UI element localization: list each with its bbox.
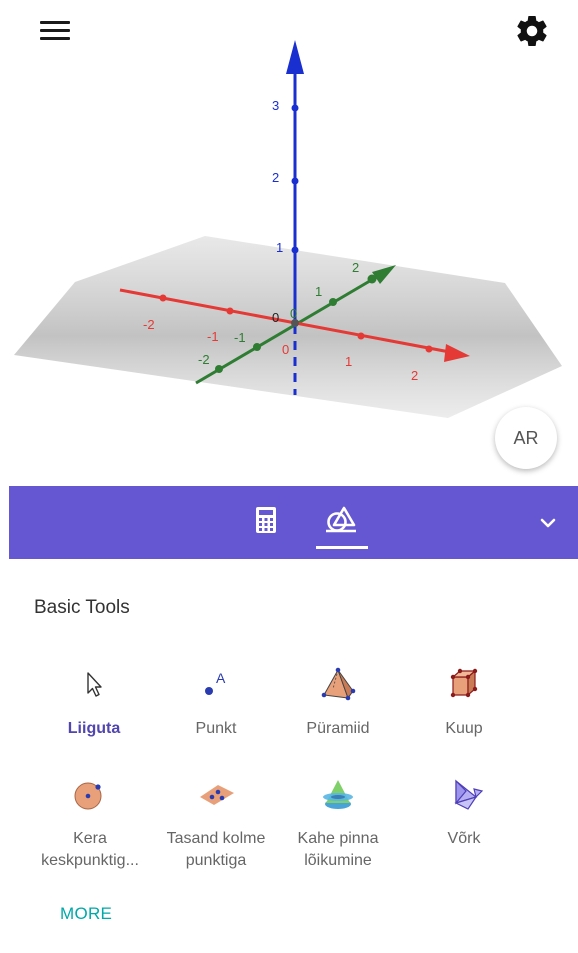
cube-icon	[450, 668, 478, 698]
calculator-icon	[256, 507, 276, 533]
ar-button[interactable]: AR	[495, 407, 557, 469]
graphics-3d-view[interactable]: 1 2 3 -2 -1 0 1 2 -2 -1 0 1 2 0	[0, 0, 578, 485]
view-toolbar	[9, 486, 578, 559]
x-tick-label: 2	[411, 368, 418, 383]
tools-section-title: Basic Tools	[34, 597, 130, 618]
z-tick-point	[291, 104, 299, 112]
x-tick-point	[159, 294, 167, 302]
tool-cube[interactable]: Kuup	[394, 667, 534, 740]
x-tick-point	[357, 332, 365, 340]
z-tick-label: 2	[272, 170, 279, 185]
tool-point[interactable]: A Punkt	[146, 667, 286, 740]
tool-net[interactable]: Võrk	[394, 777, 534, 850]
net-icon	[454, 779, 484, 810]
tool-label: Kahe pinna lõikumine	[297, 830, 379, 869]
origin-label: 0	[272, 310, 279, 325]
y-tick-label: 2	[352, 260, 359, 275]
tool-label: Liiguta	[67, 720, 121, 737]
move-cursor-icon	[87, 672, 102, 697]
tab-algebra[interactable]	[246, 498, 286, 542]
y-tick-label: -1	[234, 330, 246, 345]
selected-tab-indicator	[316, 546, 368, 549]
ar-button-label: AR	[513, 427, 539, 448]
x-tick-label: 0	[282, 342, 289, 357]
y-tick-point	[253, 343, 261, 351]
tool-label: Punkt	[195, 720, 237, 737]
shapes-tools-icon	[326, 506, 356, 533]
intersect-surfaces-icon	[323, 780, 353, 809]
x-tick-point	[226, 307, 234, 315]
x-tick-label: -2	[143, 317, 155, 332]
y-tick-point	[329, 298, 337, 306]
tool-label: Tasand kolme punktiga	[166, 830, 266, 869]
y-tick-label: 1	[315, 284, 322, 299]
tool-label: Võrk	[447, 830, 481, 847]
collapse-panel-button[interactable]	[535, 510, 561, 536]
tool-intersect-surfaces[interactable]: Kahe pinna lõikumine	[268, 777, 408, 872]
tool-sphere-center[interactable]: Kera keskpunktig...	[20, 777, 160, 872]
y-tick-point	[215, 365, 223, 373]
z-tick-label: 1	[276, 240, 283, 255]
graphics-3d-canvas[interactable]: 1 2 3 -2 -1 0 1 2 -2 -1 0 1 2 0	[0, 0, 578, 485]
tool-label: Kuup	[445, 720, 483, 737]
settings-button[interactable]	[514, 13, 550, 49]
tool-label: Püramiid	[306, 720, 370, 737]
main-menu-button[interactable]	[38, 17, 72, 45]
sphere-center-icon	[74, 782, 102, 810]
more-tools-button[interactable]: MORE	[60, 904, 112, 924]
z-tick-point	[291, 177, 299, 185]
tool-move[interactable]: Liiguta	[24, 667, 164, 740]
x-tick-label: 1	[345, 354, 352, 369]
tool-label: Kera keskpunktig...	[41, 830, 139, 869]
y-tick-label: -2	[198, 352, 210, 367]
tool-pyramid[interactable]: Püramiid	[268, 667, 408, 740]
z-tick-point	[291, 246, 299, 254]
tools-panel: Basic Tools Liiguta A Punkt Püramiid Kuu…	[0, 559, 578, 953]
plane-three-points-icon	[200, 785, 234, 805]
z-axis-arrow	[286, 40, 304, 74]
chevron-down-icon	[540, 518, 556, 528]
pyramid-icon	[321, 667, 356, 701]
z-tick-label: 3	[272, 98, 279, 113]
tab-tools[interactable]	[313, 498, 369, 542]
x-tick-label: -1	[207, 329, 219, 344]
y-tick-point	[367, 274, 377, 284]
xy-plane	[14, 236, 562, 418]
tool-plane-three-points[interactable]: Tasand kolme punktiga	[146, 777, 286, 872]
y-tick-label: 0	[290, 306, 297, 321]
gear-icon	[517, 16, 547, 46]
point-icon: A	[205, 670, 226, 695]
x-tick-point	[425, 345, 433, 353]
svg-text:A: A	[216, 670, 226, 686]
